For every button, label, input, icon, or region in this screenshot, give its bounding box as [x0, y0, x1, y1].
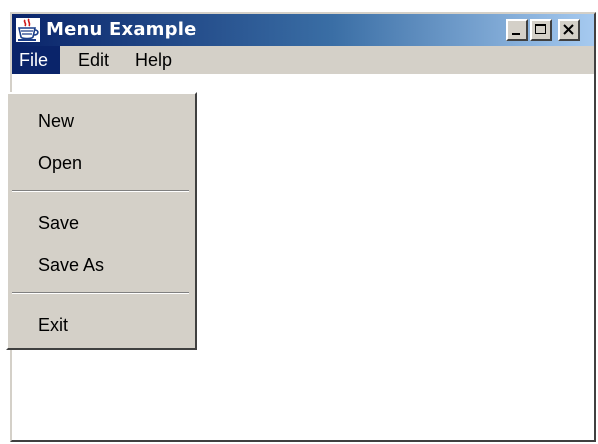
- java-cup-icon: [16, 18, 40, 42]
- menu-item-exit[interactable]: Exit: [8, 310, 195, 340]
- minimize-button[interactable]: [506, 19, 528, 41]
- menu-separator: [12, 190, 189, 192]
- close-icon: [563, 24, 574, 35]
- menu-item-open[interactable]: Open: [8, 148, 195, 178]
- menu-separator: [12, 292, 189, 294]
- file-menu-dropdown: New Open Save Save As Exit: [6, 92, 197, 350]
- menu-item-save[interactable]: Save: [8, 208, 195, 238]
- minimize-icon: [512, 33, 520, 35]
- maximize-icon: [535, 24, 546, 34]
- menu-item-save-as[interactable]: Save As: [8, 250, 195, 280]
- maximize-button[interactable]: [530, 19, 552, 41]
- menu-file[interactable]: File: [12, 46, 60, 74]
- title-bar[interactable]: Menu Example: [12, 14, 594, 46]
- menu-bar: File Edit Help: [12, 46, 594, 74]
- close-button[interactable]: [558, 19, 580, 41]
- menu-item-new[interactable]: New: [8, 106, 195, 136]
- menu-help[interactable]: Help: [128, 46, 179, 74]
- menu-edit[interactable]: Edit: [71, 46, 116, 74]
- window-title: Menu Example: [46, 19, 197, 40]
